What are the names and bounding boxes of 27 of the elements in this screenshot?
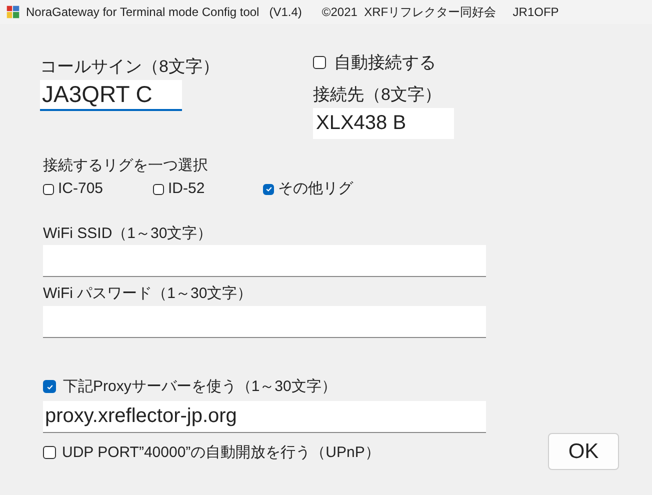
destination-label: 接続先（8文字） <box>313 84 442 106</box>
window-title: NoraGateway for Terminal mode Config tool (V1.4) ©2021 XRFリフレクター同好会 JR1OFP <box>26 4 559 21</box>
auto-connect-label: 自動接続する <box>334 52 436 74</box>
rig-option-label: その他リグ <box>278 179 353 199</box>
checkmark-icon <box>46 382 54 391</box>
upnp-label: UDP PORT”40000”の自動開放を行う（UPnP） <box>62 442 380 462</box>
checkmark-icon <box>264 185 272 194</box>
checkbox[interactable] <box>263 184 274 195</box>
app-icon <box>6 5 20 19</box>
checkbox[interactable] <box>43 380 56 394</box>
checkbox[interactable] <box>43 184 54 195</box>
checkbox[interactable] <box>43 446 56 460</box>
rig-option-label: ID-52 <box>168 179 205 199</box>
proxy-field[interactable]: proxy.xreflector-jp.org <box>43 401 486 433</box>
ok-button[interactable]: OK <box>548 433 619 470</box>
callsign-field[interactable]: JA3QRT C <box>40 80 182 110</box>
destination-field[interactable]: XLX438 B <box>313 108 454 139</box>
wifi-ssid-label: WiFi SSID（1～30文字） <box>43 224 214 244</box>
rig-label: 接続するリグを一つ選択 <box>43 157 209 175</box>
proxy-label: 下記Proxyサーバーを使う（1～30文字） <box>63 376 336 396</box>
checkbox[interactable] <box>313 56 326 70</box>
callsign-label: コールサイン（8文字） <box>40 56 220 78</box>
rig-option-label: IC-705 <box>58 179 104 199</box>
wifi-password-field[interactable] <box>43 306 486 338</box>
wifi-ssid-field[interactable] <box>43 245 486 277</box>
wifi-password-label: WiFi パスワード（1～30文字） <box>43 284 254 304</box>
checkbox[interactable] <box>153 184 164 195</box>
